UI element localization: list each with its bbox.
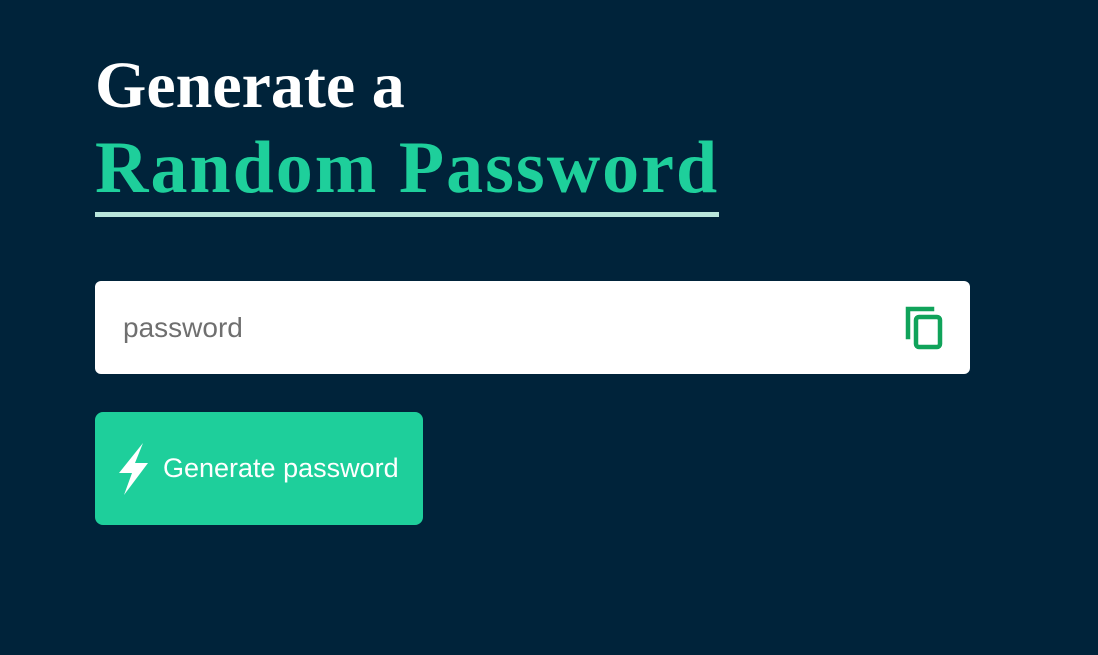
password-field (95, 281, 970, 374)
generate-password-button[interactable]: Generate password (95, 412, 423, 525)
generate-password-label: Generate password (163, 453, 399, 483)
title-line-2: Random Password (95, 128, 720, 217)
lightning-bolt-icon (119, 442, 148, 495)
copy-icon (905, 306, 943, 350)
title-line-1: Generate a (95, 49, 405, 122)
hero-heading: Generate a Random Password (95, 48, 720, 217)
copy-button[interactable] (902, 303, 948, 351)
password-input[interactable] (95, 281, 875, 374)
